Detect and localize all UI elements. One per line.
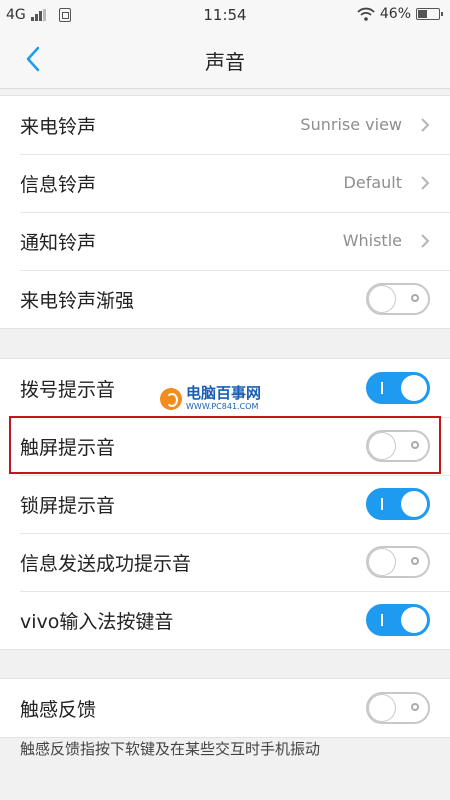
haptic-row: 触感反馈 (0, 679, 450, 737)
row-label: 通知铃声 (20, 232, 97, 254)
ringtone-row-message[interactable]: 信息铃声 Default (0, 154, 450, 212)
message-sent-sound-toggle[interactable] (366, 546, 430, 578)
row-label: 拨号提示音 (20, 379, 116, 401)
row-label: 来电铃声 (20, 116, 97, 138)
chevron-right-icon (421, 118, 430, 132)
row-label: 锁屏提示音 (20, 495, 116, 517)
page-title: 声音 (205, 50, 245, 74)
row-label: 触感反馈 (20, 699, 97, 721)
ringtone-row-notification[interactable]: 通知铃声 Whistle (0, 212, 450, 270)
keyboard-sound-row: vivo输入法按键音 (0, 591, 450, 649)
haptic-group: 触感反馈 (0, 678, 450, 738)
message-sent-sound-row: 信息发送成功提示音 (0, 533, 450, 591)
watermark-url: WWW.PC841.COM (186, 402, 259, 411)
ringtone-group: 来电铃声 Sunrise view 信息铃声 Default 通知铃声 Whis… (0, 95, 450, 329)
touch-sound-row: 触屏提示音 (0, 417, 450, 475)
watermark-title: 电脑百事网 (186, 384, 262, 402)
battery-percent: 46% (379, 6, 411, 22)
watermark: 电脑百事网 WWW.PC841.COM (160, 386, 261, 411)
keyboard-sound-toggle[interactable] (366, 604, 430, 636)
haptic-toggle[interactable] (366, 692, 430, 724)
row-value: Whistle (342, 231, 402, 250)
row-label: vivo输入法按键音 (20, 611, 174, 633)
battery-icon (416, 8, 443, 20)
chevron-right-icon (421, 234, 430, 248)
watermark-logo-icon (160, 387, 182, 410)
haptic-footnote: 触感反馈指按下软键及在某些交互时手机振动 (20, 740, 321, 758)
wifi-icon (357, 7, 375, 21)
chevron-right-icon (421, 176, 430, 190)
ringtone-row-incoming[interactable]: 来电铃声 Sunrise view (0, 96, 450, 154)
ring-fade-toggle[interactable] (366, 283, 430, 315)
status-right: 46% (357, 6, 443, 22)
row-label: 触屏提示音 (20, 437, 116, 459)
dial-tone-toggle[interactable] (366, 372, 430, 404)
lock-sound-row: 锁屏提示音 (0, 475, 450, 533)
touch-sound-toggle[interactable] (366, 430, 430, 462)
lock-sound-toggle[interactable] (366, 488, 430, 520)
status-bar: 4G 11:54 46% (0, 0, 450, 30)
row-label: 信息铃声 (20, 174, 97, 196)
ring-fade-row: 来电铃声渐强 (0, 270, 450, 328)
row-value: Sunrise view (300, 115, 402, 134)
row-label: 来电铃声渐强 (20, 290, 135, 312)
row-label: 信息发送成功提示音 (20, 553, 192, 575)
nav-bar: 声音 (0, 30, 450, 89)
row-value: Default (343, 173, 402, 192)
